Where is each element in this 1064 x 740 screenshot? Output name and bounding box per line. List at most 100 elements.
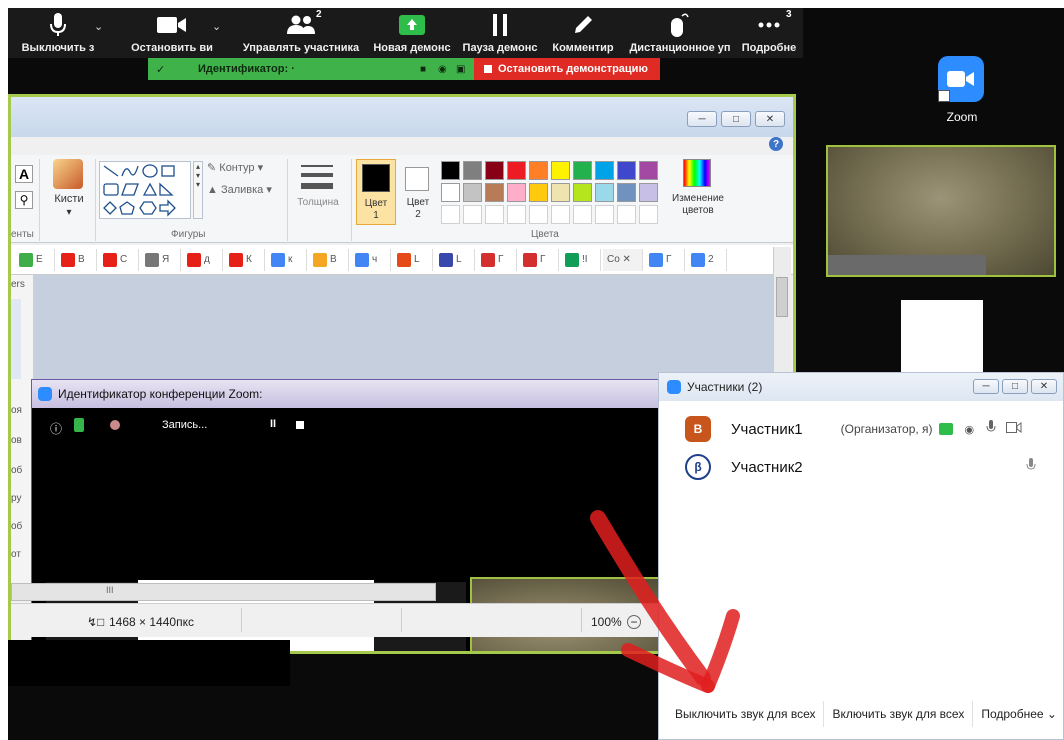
maximize-button[interactable]: □ bbox=[1002, 379, 1028, 394]
close-button[interactable]: ✕ bbox=[755, 111, 785, 127]
stop-share-button[interactable]: Остановить демонстрацию bbox=[474, 58, 660, 80]
stop-video-button[interactable]: ⌄ Остановить ви bbox=[108, 8, 236, 58]
magnifier-icon[interactable]: ⚲ bbox=[15, 191, 33, 209]
color-swatch[interactable] bbox=[595, 205, 614, 224]
new-share-button[interactable]: Новая демонс bbox=[366, 8, 458, 58]
color-swatch[interactable] bbox=[595, 183, 614, 202]
microphone-icon[interactable] bbox=[986, 419, 996, 439]
record-icon bbox=[110, 420, 120, 430]
brushes-button[interactable]: Кисти ▾ bbox=[49, 157, 89, 221]
scroll-grip-icon: III bbox=[106, 585, 114, 595]
text-tool-icon[interactable]: A bbox=[15, 165, 33, 183]
zoom-desktop-shortcut[interactable]: Zoom bbox=[930, 56, 994, 136]
minimize-button[interactable]: ─ bbox=[687, 111, 717, 127]
shapes-gallery[interactable] bbox=[99, 161, 191, 219]
color-swatch[interactable] bbox=[617, 205, 636, 224]
scroll-thumb[interactable] bbox=[776, 277, 788, 317]
microphone-icon[interactable] bbox=[1026, 457, 1036, 477]
browser-tab-active[interactable]: Co ✕ bbox=[603, 248, 643, 271]
color-swatch[interactable] bbox=[617, 161, 636, 180]
participant-row[interactable]: β Участник2 bbox=[659, 449, 1063, 485]
mute-button[interactable]: ⌄ Выключить з bbox=[8, 8, 108, 58]
minimize-button[interactable]: ─ bbox=[973, 379, 999, 394]
color-swatch[interactable] bbox=[463, 161, 482, 180]
browser-tab[interactable]: L bbox=[393, 248, 433, 271]
screen: ⌄ Выключить з ⌄ Остановить ви 2 Управлят… bbox=[8, 8, 1064, 740]
share-screen-icon bbox=[395, 12, 429, 38]
color-swatch[interactable] bbox=[551, 183, 570, 202]
annotate-button[interactable]: Комментир bbox=[542, 8, 624, 58]
color-swatch[interactable] bbox=[463, 205, 482, 224]
remote-control-button[interactable]: Дистанционное уп bbox=[624, 8, 736, 58]
pause-share-button[interactable]: Пауза демонс bbox=[458, 8, 542, 58]
zoom-app-icon bbox=[38, 387, 52, 401]
color-swatch[interactable] bbox=[507, 161, 526, 180]
color-swatch[interactable] bbox=[507, 183, 526, 202]
color1-button[interactable]: Цвет 1 bbox=[356, 159, 396, 225]
manage-participants-button[interactable]: 2 Управлять участника bbox=[236, 8, 366, 58]
camera-icon[interactable] bbox=[1006, 420, 1022, 438]
unmute-all-button[interactable]: Включить звук для всех bbox=[824, 701, 974, 727]
color-swatch[interactable] bbox=[441, 205, 460, 224]
color-swatch[interactable] bbox=[551, 161, 570, 180]
browser-tab[interactable]: !I bbox=[561, 248, 601, 271]
color-swatch[interactable] bbox=[573, 183, 592, 202]
color-swatch[interactable] bbox=[441, 161, 460, 180]
color-swatch[interactable] bbox=[441, 183, 460, 202]
status-divider bbox=[241, 608, 242, 632]
browser-tab[interactable]: Я bbox=[141, 248, 181, 271]
help-icon[interactable]: ? bbox=[769, 137, 783, 151]
browser-tab[interactable]: Е bbox=[15, 248, 55, 271]
color-swatch[interactable] bbox=[639, 205, 658, 224]
close-button[interactable]: ✕ bbox=[1031, 379, 1057, 394]
browser-tab[interactable]: В bbox=[309, 248, 349, 271]
browser-tab[interactable]: Г bbox=[519, 248, 559, 271]
more-options-button[interactable]: Подробнее ⌄ bbox=[973, 701, 1064, 727]
color-swatch[interactable] bbox=[485, 183, 504, 202]
tab-favicon-icon bbox=[145, 252, 159, 267]
browser-tab[interactable]: к bbox=[267, 248, 307, 271]
browser-tab[interactable]: L bbox=[435, 248, 475, 271]
browser-tab[interactable]: С bbox=[99, 248, 139, 271]
color-swatch[interactable] bbox=[617, 183, 636, 202]
browser-tab[interactable]: К bbox=[225, 248, 265, 271]
chevron-down-icon[interactable]: ⌄ bbox=[212, 20, 221, 33]
maximize-button[interactable]: □ bbox=[721, 111, 751, 127]
browser-tab[interactable]: Г bbox=[477, 248, 517, 271]
color-swatch[interactable] bbox=[639, 183, 658, 202]
color-swatch[interactable] bbox=[529, 205, 548, 224]
color-swatch[interactable] bbox=[463, 183, 482, 202]
color2-button[interactable]: Цвет 2 bbox=[401, 159, 437, 225]
edit-colors-button[interactable]: Изменение цветов bbox=[661, 157, 735, 223]
color-swatch[interactable] bbox=[551, 205, 570, 224]
participant-row[interactable]: В Участник1 (Организатор, я) ◉ bbox=[659, 411, 1063, 447]
color-swatch[interactable] bbox=[529, 161, 548, 180]
color-swatch[interactable] bbox=[485, 205, 504, 224]
thickness-button[interactable]: Толщина bbox=[293, 159, 343, 223]
color-swatch[interactable] bbox=[639, 161, 658, 180]
horizontal-scrollbar[interactable]: III bbox=[11, 583, 436, 601]
chevron-down-icon: ▾ bbox=[66, 207, 72, 218]
color-swatch[interactable] bbox=[573, 161, 592, 180]
browser-tab[interactable]: ч bbox=[351, 248, 391, 271]
browser-tabs-row: Е В С Я д К к В ч L L Г Г !I Co ✕ Г 2 bbox=[11, 245, 793, 275]
pause-recording-icon[interactable]: II bbox=[270, 418, 276, 430]
chevron-down-icon[interactable]: ⌄ bbox=[94, 20, 103, 33]
color-swatch[interactable] bbox=[573, 205, 592, 224]
stop-recording-icon[interactable] bbox=[296, 421, 304, 429]
color-swatch[interactable] bbox=[529, 183, 548, 202]
color-swatch[interactable] bbox=[507, 205, 526, 224]
browser-tab[interactable]: д bbox=[183, 248, 223, 271]
color-swatch[interactable] bbox=[595, 161, 614, 180]
browser-tab[interactable]: 2 bbox=[687, 248, 727, 271]
info-icon[interactable]: ⓘ bbox=[50, 420, 62, 437]
share-screen-icon bbox=[938, 423, 953, 435]
fill-button[interactable]: ▲ Заливка ▾ bbox=[207, 183, 272, 196]
browser-tab[interactable]: В bbox=[57, 248, 97, 271]
outline-button[interactable]: ✎ Контур ▾ bbox=[207, 161, 263, 174]
more-button[interactable]: 3 Подробне bbox=[736, 8, 802, 58]
lock-icon[interactable] bbox=[74, 418, 84, 432]
browser-tab[interactable]: Г bbox=[645, 248, 685, 271]
shapes-scroll[interactable]: ▴ ▾ ▾ bbox=[193, 161, 203, 219]
color-swatch[interactable] bbox=[485, 161, 504, 180]
